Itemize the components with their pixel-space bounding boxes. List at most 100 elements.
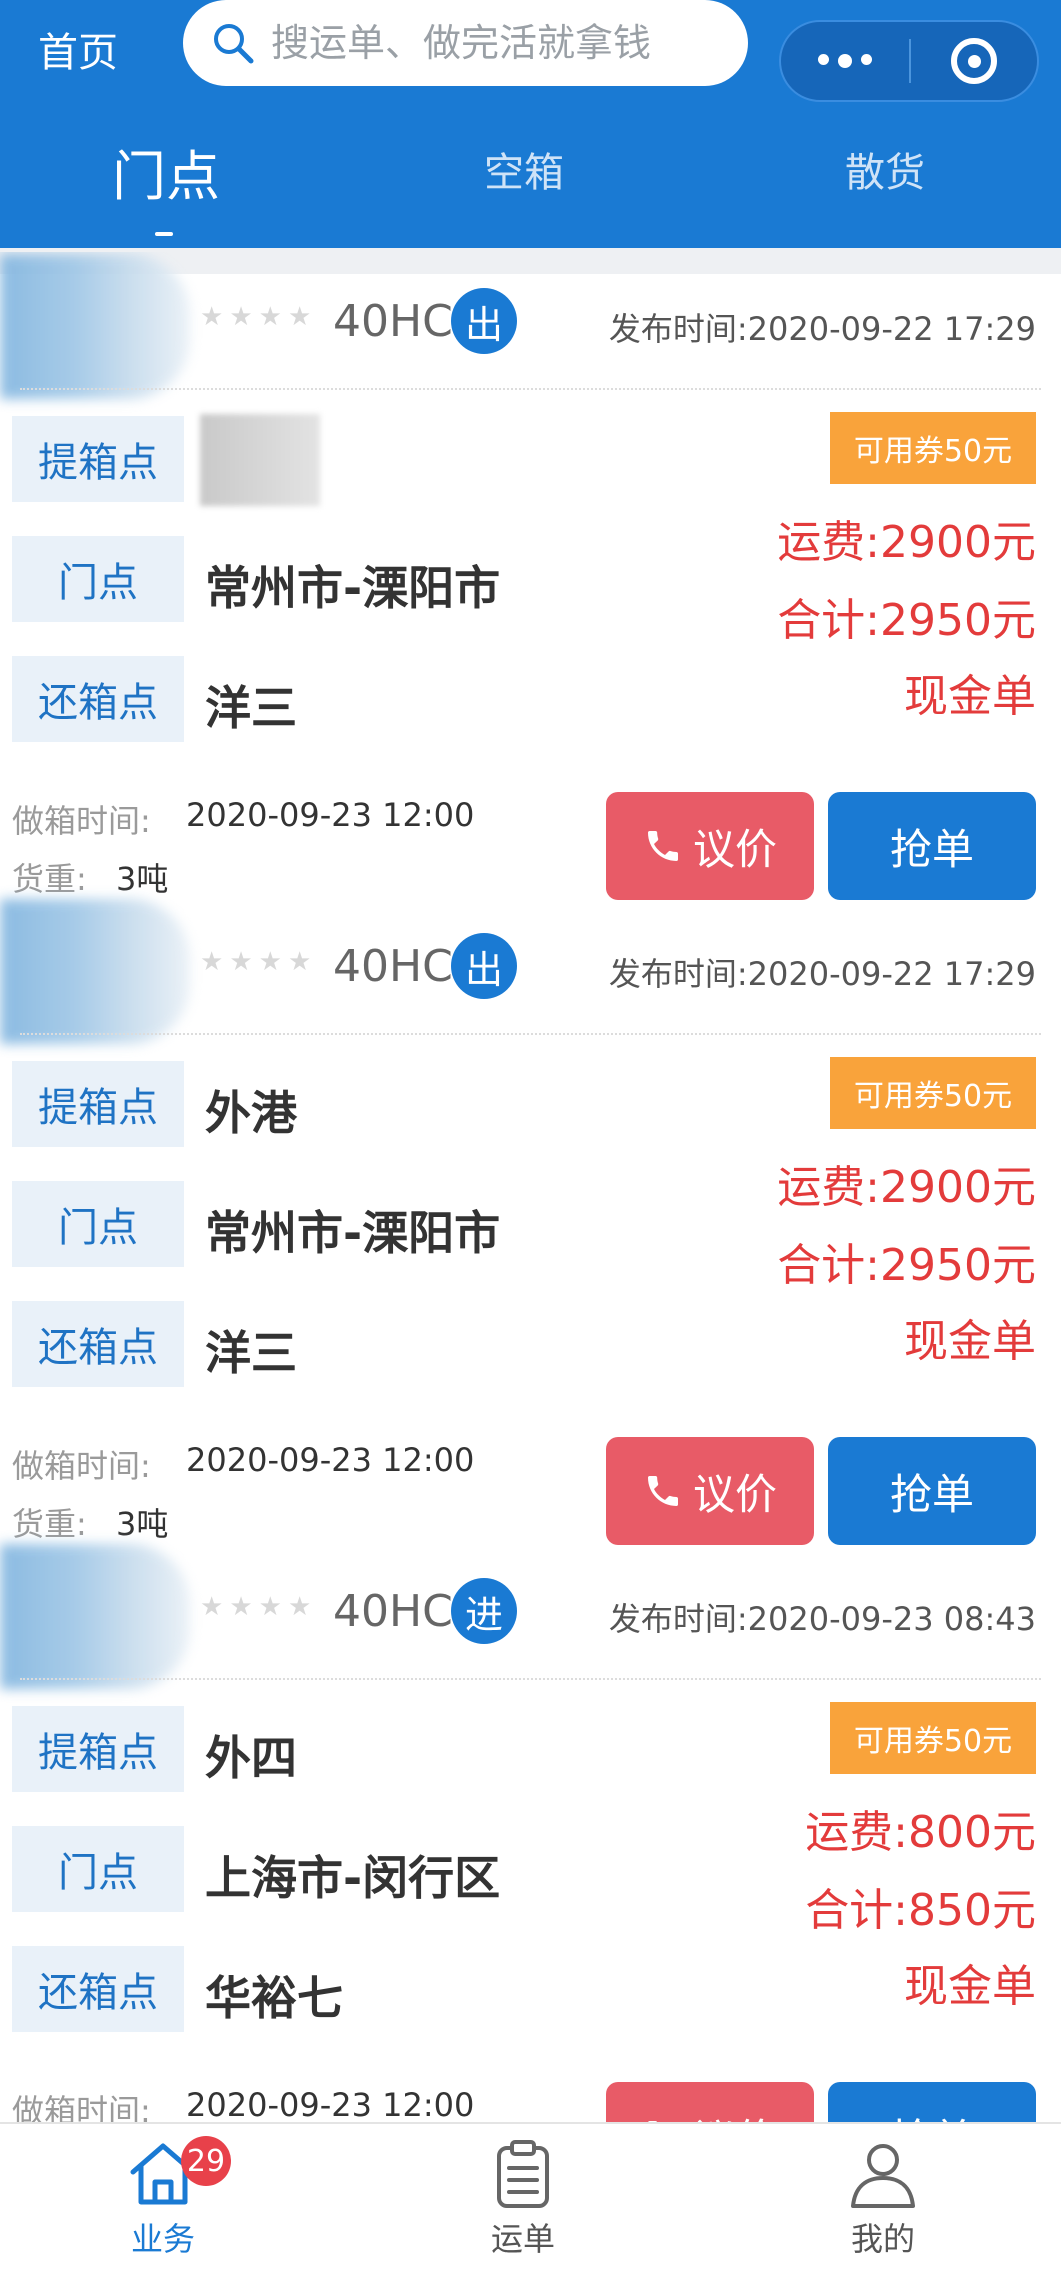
user-icon bbox=[851, 2144, 915, 2208]
coupon-badge: 可用券50元 bbox=[830, 1702, 1036, 1774]
tabbar-label: 我的 bbox=[850, 2220, 915, 2258]
avatar bbox=[0, 254, 190, 399]
grab-order-button[interactable]: 抢单 bbox=[828, 2082, 1036, 2122]
weight-label: 货重: bbox=[12, 1505, 87, 1543]
door-label: 门点 bbox=[12, 536, 184, 622]
tabbar-item-waybill[interactable]: 运单 bbox=[423, 2136, 623, 2260]
target-icon bbox=[951, 38, 997, 84]
pickup-location: 外四 bbox=[205, 1731, 297, 1785]
tabbar-label: 业务 bbox=[130, 2220, 195, 2258]
more-dot-icon bbox=[838, 54, 852, 68]
divider bbox=[20, 388, 1041, 390]
return-label: 还箱点 bbox=[12, 656, 184, 742]
publish-time: 发布时间:2020-09-22 17:29 bbox=[608, 955, 1036, 993]
payment-type: 现金单 bbox=[904, 1961, 1036, 2012]
coupon-badge: 可用券50元 bbox=[830, 1057, 1036, 1129]
divider bbox=[20, 1033, 1041, 1035]
notification-badge: 29 bbox=[181, 2136, 231, 2186]
negotiate-label: 议价 bbox=[692, 1469, 777, 1519]
search-icon bbox=[214, 24, 254, 64]
more-dot-icon bbox=[818, 54, 829, 65]
coupon-badge: 可用券50元 bbox=[830, 412, 1036, 484]
active-tab-indicator bbox=[155, 232, 173, 236]
tabbar-item-mine[interactable]: 我的 bbox=[783, 2136, 983, 2260]
build-time-label: 做箱时间: bbox=[12, 1447, 151, 1485]
phone-icon bbox=[647, 831, 678, 861]
tabbar-item-business[interactable]: 29 业务 bbox=[63, 2136, 263, 2260]
container-type: 40HC bbox=[333, 941, 453, 992]
return-location: 华裕七 bbox=[205, 1971, 343, 2025]
door-location: 常州市-溧阳市 bbox=[205, 561, 501, 615]
total-amount: 合计:2950元 bbox=[777, 1240, 1036, 1291]
total-amount: 合计:850元 bbox=[805, 1885, 1036, 1936]
order-list[interactable]: ★ ★ ★ ★ 40HC 出 发布时间:2020-09-22 17:29 提箱点 门点… bbox=[0, 252, 1061, 2122]
weight-label: 货重: bbox=[12, 860, 87, 898]
pickup-label: 提箱点 bbox=[12, 1061, 184, 1147]
avatar bbox=[0, 899, 190, 1044]
build-time-value: 2020-09-23 12:00 bbox=[186, 796, 475, 834]
more-dot-icon bbox=[861, 54, 872, 65]
return-label: 还箱点 bbox=[12, 1946, 184, 2032]
total-amount: 合计:2950元 bbox=[777, 595, 1036, 646]
home-link[interactable]: 首页 bbox=[38, 20, 118, 78]
tab-empty-container[interactable]: 空箱 bbox=[484, 140, 564, 198]
more-options-button[interactable] bbox=[781, 54, 909, 68]
container-type: 40HC bbox=[333, 296, 453, 347]
negotiate-label: 议价 bbox=[692, 824, 777, 874]
clipboard-icon bbox=[497, 2140, 549, 2208]
avatar bbox=[0, 1544, 190, 1689]
category-tabs: 门点 空箱 散货 bbox=[0, 140, 1061, 230]
build-time-label: 做箱时间: bbox=[12, 2092, 151, 2122]
direction-badge: 进 bbox=[451, 1578, 517, 1644]
order-card: ★ ★ ★ ★ 40HC 进 发布时间:2020-09-23 08:43 提箱点 外四… bbox=[0, 1544, 1061, 2122]
door-location: 常州市-溧阳市 bbox=[205, 1206, 501, 1260]
bottom-tab-bar: 29 业务 运单 我的 bbox=[0, 2122, 1061, 2272]
freight-amount: 运费:2900元 bbox=[777, 1162, 1036, 1213]
miniprogram-capsule bbox=[779, 20, 1039, 102]
pickup-label: 提箱点 bbox=[12, 416, 184, 502]
return-location: 洋三 bbox=[205, 1326, 297, 1380]
door-label: 门点 bbox=[12, 1826, 184, 1912]
grab-order-button[interactable]: 抢单 bbox=[828, 792, 1036, 900]
build-time-label: 做箱时间: bbox=[12, 802, 151, 840]
order-card-header: ★ ★ ★ ★ 40HC 进 发布时间:2020-09-23 08:43 bbox=[0, 1544, 1061, 1689]
payment-type: 现金单 bbox=[904, 1316, 1036, 1367]
weight-value: 3吨 bbox=[116, 860, 169, 898]
rating-stars: ★ ★ ★ ★ bbox=[200, 302, 312, 332]
return-label: 还箱点 bbox=[12, 1301, 184, 1387]
search-bar[interactable] bbox=[183, 0, 748, 86]
direction-badge: 出 bbox=[451, 933, 517, 999]
grab-order-button[interactable]: 抢单 bbox=[828, 1437, 1036, 1545]
publish-time: 发布时间:2020-09-22 17:29 bbox=[608, 310, 1036, 348]
container-type: 40HC bbox=[333, 1586, 453, 1637]
blurred-pickup-location bbox=[200, 414, 320, 506]
freight-amount: 运费:2900元 bbox=[777, 517, 1036, 568]
return-location: 洋三 bbox=[205, 681, 297, 735]
phone-icon bbox=[647, 1476, 678, 1506]
weight-value: 3吨 bbox=[116, 1505, 169, 1543]
door-label: 门点 bbox=[12, 1181, 184, 1267]
pickup-label: 提箱点 bbox=[12, 1706, 184, 1792]
negotiate-button[interactable]: 议价 bbox=[606, 2082, 814, 2122]
direction-badge: 出 bbox=[451, 288, 517, 354]
rating-stars: ★ ★ ★ ★ bbox=[200, 947, 312, 977]
build-time-value: 2020-09-23 12:00 bbox=[186, 1441, 475, 1479]
negotiate-button[interactable]: 议价 bbox=[606, 1437, 814, 1545]
door-location: 上海市-闵行区 bbox=[205, 1851, 501, 1905]
order-card: ★ ★ ★ ★ 40HC 出 发布时间:2020-09-22 17:29 提箱点 外港… bbox=[0, 899, 1061, 1564]
order-card-header: ★ ★ ★ ★ 40HC 出 发布时间:2020-09-22 17:29 bbox=[0, 254, 1061, 399]
negotiate-label: 议价 bbox=[693, 2106, 777, 2123]
order-card-header: ★ ★ ★ ★ 40HC 出 发布时间:2020-09-22 17:29 bbox=[0, 899, 1061, 1044]
freight-amount: 运费:800元 bbox=[805, 1807, 1036, 1858]
tab-door[interactable]: 门点 bbox=[112, 132, 220, 211]
build-time-value: 2020-09-23 12:00 bbox=[186, 2086, 475, 2122]
publish-time: 发布时间:2020-09-23 08:43 bbox=[608, 1600, 1036, 1638]
search-input[interactable] bbox=[269, 20, 723, 66]
tab-bulk-cargo[interactable]: 散货 bbox=[845, 140, 925, 198]
close-miniprogram-button[interactable] bbox=[911, 38, 1037, 84]
order-card: ★ ★ ★ ★ 40HC 出 发布时间:2020-09-22 17:29 提箱点 门点… bbox=[0, 254, 1061, 919]
divider bbox=[20, 1678, 1041, 1680]
pickup-location: 外港 bbox=[205, 1086, 297, 1140]
top-header: 首页 门点 空箱 散货 bbox=[0, 0, 1061, 248]
negotiate-button[interactable]: 议价 bbox=[606, 792, 814, 900]
